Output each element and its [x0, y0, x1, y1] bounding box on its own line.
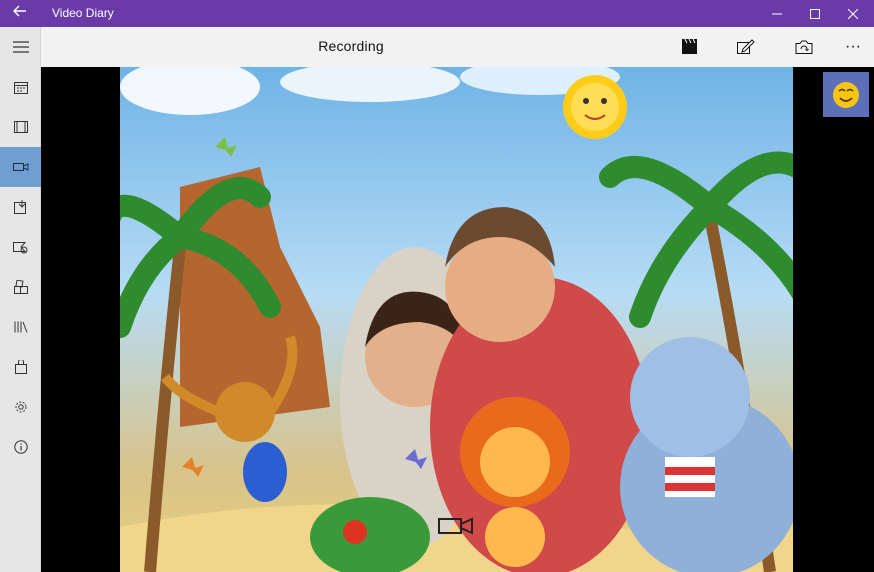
- title-bar: Video Diary: [0, 0, 874, 27]
- apps-icon[interactable]: [0, 267, 41, 307]
- page-title: Recording: [318, 38, 384, 54]
- tag-icon[interactable]: [0, 227, 41, 267]
- window-title: Video Diary: [52, 6, 114, 20]
- info-icon[interactable]: [0, 427, 41, 467]
- calendar-icon[interactable]: [0, 67, 41, 107]
- back-arrow-icon[interactable]: [8, 3, 32, 23]
- settings-gear-icon[interactable]: [0, 387, 41, 427]
- camera-stage: [41, 67, 874, 572]
- more-icon[interactable]: ···: [836, 34, 870, 60]
- edit-icon[interactable]: [729, 34, 763, 60]
- close-icon[interactable]: [834, 0, 872, 27]
- import-icon[interactable]: [0, 187, 41, 227]
- camera-switch-icon[interactable]: [787, 34, 821, 60]
- maximize-icon[interactable]: [796, 0, 834, 27]
- hamburger-menu-icon[interactable]: [0, 27, 41, 67]
- video-record-icon[interactable]: [426, 497, 486, 555]
- library-icon[interactable]: [0, 307, 41, 347]
- sidebar: [0, 27, 41, 572]
- smiley-emoji-icon[interactable]: [823, 72, 869, 117]
- command-bar: Recording ···: [41, 27, 874, 67]
- minimize-icon[interactable]: [758, 0, 796, 27]
- camera-preview: [120, 67, 793, 572]
- store-bag-icon[interactable]: [0, 347, 41, 387]
- film-icon[interactable]: [0, 107, 41, 147]
- video-camera-icon[interactable]: [0, 147, 41, 187]
- clapperboard-icon[interactable]: [673, 34, 707, 60]
